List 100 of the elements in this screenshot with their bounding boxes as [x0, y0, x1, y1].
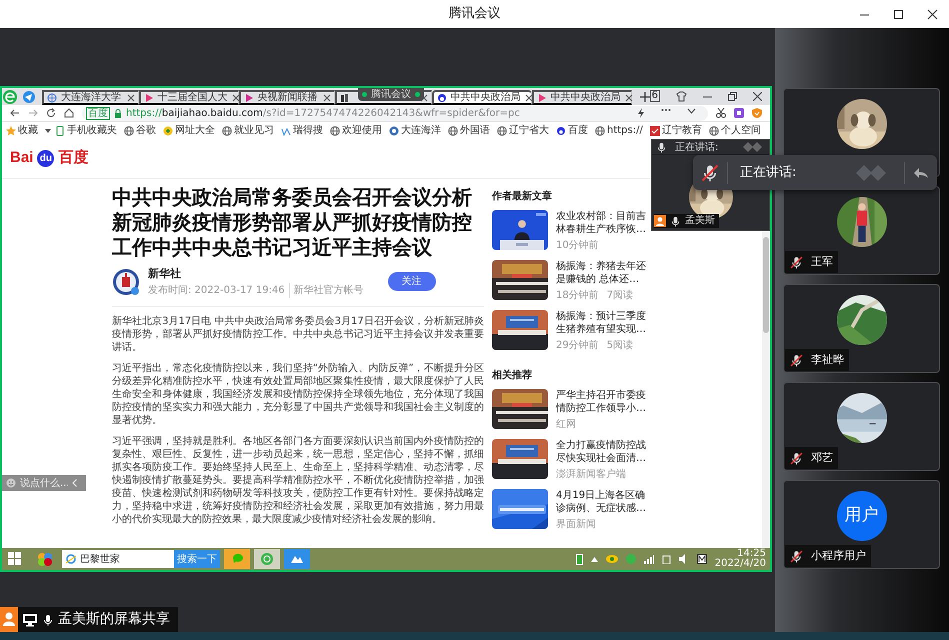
caret-icon[interactable] — [45, 128, 51, 132]
tab-icon — [436, 92, 447, 102]
close-icon[interactable] — [926, 8, 938, 20]
reload-icon[interactable] — [46, 108, 56, 118]
browser-tab[interactable]: 中共中央政治局 — [532, 90, 632, 105]
site-badge: 百度 — [86, 106, 110, 120]
article-meta: 10分钟前 — [556, 240, 599, 252]
browser-tab[interactable]: 央视新闻联播 — [238, 90, 336, 105]
home-icon[interactable] — [64, 108, 74, 118]
close-icon[interactable] — [323, 94, 332, 102]
device-icon[interactable] — [662, 554, 671, 564]
more-icon[interactable] — [661, 108, 671, 112]
participant-name: 邓艺 — [811, 450, 833, 466]
bookmark-link[interactable]: 谷歌 — [124, 124, 156, 136]
clock-time: 14:25 — [737, 549, 766, 559]
shirt-icon[interactable] — [676, 90, 688, 102]
bookmark-link[interactable]: 辽宁教育 — [650, 124, 702, 136]
bookmark-link[interactable]: https:// — [595, 124, 643, 136]
section-heading: 作者最新文章 — [492, 189, 553, 204]
tray-app-icon[interactable] — [606, 554, 618, 564]
article-link[interactable]: 农业农村部：目前吉林春耕生产秩序恢… 10分钟前 — [492, 210, 650, 254]
new-tab-icon[interactable] — [640, 92, 650, 102]
maximize-icon[interactable] — [892, 8, 904, 20]
bookmark-link[interactable]: 网址大全 — [163, 124, 215, 136]
bookmark-link[interactable]: 辽宁省大 — [497, 124, 549, 136]
bookmark-icon — [281, 126, 291, 136]
author-logo-icon — [112, 268, 140, 296]
bookmark-link[interactable]: 手机收藏夹 — [55, 124, 117, 136]
tray-arrow-icon[interactable] — [590, 556, 598, 562]
send-icon[interactable] — [22, 90, 36, 104]
chevron-down-icon[interactable] — [687, 108, 696, 114]
tab-icon — [144, 92, 154, 102]
close-icon[interactable] — [753, 92, 762, 100]
article-meta: 7阅读 — [606, 290, 634, 302]
paragraph: 新华社北京3月17日电 中共中央政治局常务委员会3月17日召开会议，分析新冠肺炎疫情形势，部署从严抓好疫情防控工作。中共中央总书记习近平主持会议并发表重要讲话。 — [112, 314, 484, 354]
globe-icon — [222, 126, 232, 136]
participant-name: 李祉晔 — [811, 352, 844, 368]
author-name[interactable]: 新华社 — [148, 266, 364, 282]
bookmark-icon — [556, 126, 566, 136]
bookmark-link[interactable]: 百度 — [556, 124, 588, 136]
meeting-label: 腾讯会议 — [371, 88, 411, 101]
muted-mic-icon[interactable] — [701, 164, 719, 182]
article-title: 农业农村部：目前吉林春耕生产秩序恢… — [556, 210, 647, 236]
status-dot-icon — [362, 92, 367, 97]
status-dot-icon — [415, 92, 420, 97]
article-link[interactable]: 4月19日上海各区确诊病例、无症状感… 界面新闻 — [492, 489, 650, 533]
tab-icon — [244, 92, 254, 102]
bookmark-link[interactable]: 外国语 — [448, 124, 490, 136]
article-meta: 29分钟前 — [556, 340, 599, 352]
tab-icon — [340, 92, 350, 102]
lightning-icon[interactable] — [637, 108, 645, 118]
globe-icon — [330, 126, 340, 136]
battery-icon[interactable] — [576, 553, 583, 565]
bookmark-link[interactable]: 瑞得搜 — [281, 124, 323, 136]
bookmark-link[interactable]: 欢迎使用 — [330, 124, 382, 136]
avatar: 用户 — [836, 491, 886, 541]
browser-tab[interactable]: 十三届全国人大 — [138, 90, 239, 105]
globe-icon — [448, 126, 458, 136]
taskbar-app[interactable] — [284, 549, 310, 569]
close-icon[interactable] — [126, 94, 135, 102]
microphone-icon — [42, 612, 54, 626]
collapse-icon[interactable] — [72, 479, 77, 487]
article-link[interactable]: 杨振海：养猪去年还是赚钱的 总体还… 18分钟前 7阅读 — [492, 260, 650, 304]
signal-icon[interactable] — [644, 554, 654, 564]
browser-tab[interactable]: 大连海洋大学 — [42, 90, 139, 105]
bookmark-link[interactable]: 大连海洋 — [389, 124, 441, 136]
article-link[interactable]: 严华主持召开市委疫情防控工作领导小… 红网 — [492, 389, 650, 433]
browser-tab[interactable]: 中共中央政治局 — [432, 90, 532, 105]
emoji-icon[interactable] — [6, 478, 16, 488]
close-icon[interactable] — [524, 94, 533, 102]
microphone-icon — [670, 216, 681, 226]
extension-icon[interactable] — [734, 108, 744, 118]
search-field[interactable]: 巴黎世家 搜索一下 — [62, 550, 220, 568]
article-meta: 18分钟前 — [556, 290, 599, 302]
reply-icon[interactable] — [913, 166, 929, 178]
follow-button[interactable]: 关注 — [388, 272, 436, 292]
baidu-logo[interactable]: Bai du 百度 — [10, 147, 88, 170]
article-link[interactable]: 全力打赢疫情防控战尽快实现社会面清… 澎湃新闻客户端 — [492, 439, 650, 483]
close-icon[interactable] — [624, 94, 633, 102]
article-title: 中共中央政治局常务委员会召开会议分析新冠肺炎疫情形势部署从严抓好疫情防控工作中共中央总书记习近平主持会议 — [112, 185, 473, 260]
bookmark-link[interactable]: 就业见习 — [222, 124, 274, 136]
bookmark-link[interactable]: 收藏 — [6, 124, 38, 136]
article-title: 杨振海：预计三季度生猪养殖有望实现… — [556, 310, 647, 336]
scrollbar-thumb[interactable] — [763, 237, 769, 333]
back-icon[interactable] — [10, 108, 20, 118]
skin-badge[interactable]: 6 — [650, 90, 660, 102]
close-icon[interactable] — [232, 94, 240, 102]
app-icon[interactable] — [37, 551, 53, 567]
refresh-app-icon[interactable] — [260, 552, 274, 566]
restore-icon[interactable] — [728, 92, 738, 100]
scissors-icon[interactable] — [716, 108, 726, 118]
article-meta: 红网 — [556, 419, 576, 431]
input-method-icon[interactable] — [696, 554, 707, 564]
star-icon — [6, 126, 16, 136]
participant-name: 王军 — [811, 254, 833, 270]
windows-logo-icon[interactable] — [8, 552, 22, 566]
address-bar[interactable]: 百度 https://baijiahao.baidu.com/s?id=1727547474226042143&wfr=spider&for=pc — [82, 106, 708, 120]
chat-box[interactable]: 说点什么... — [2, 475, 86, 491]
article-link[interactable]: 杨振海：预计三季度生猪养殖有望实现… 29分钟前 5阅读 — [492, 310, 650, 354]
bookmark-link[interactable]: 个人空间 — [708, 124, 761, 136]
